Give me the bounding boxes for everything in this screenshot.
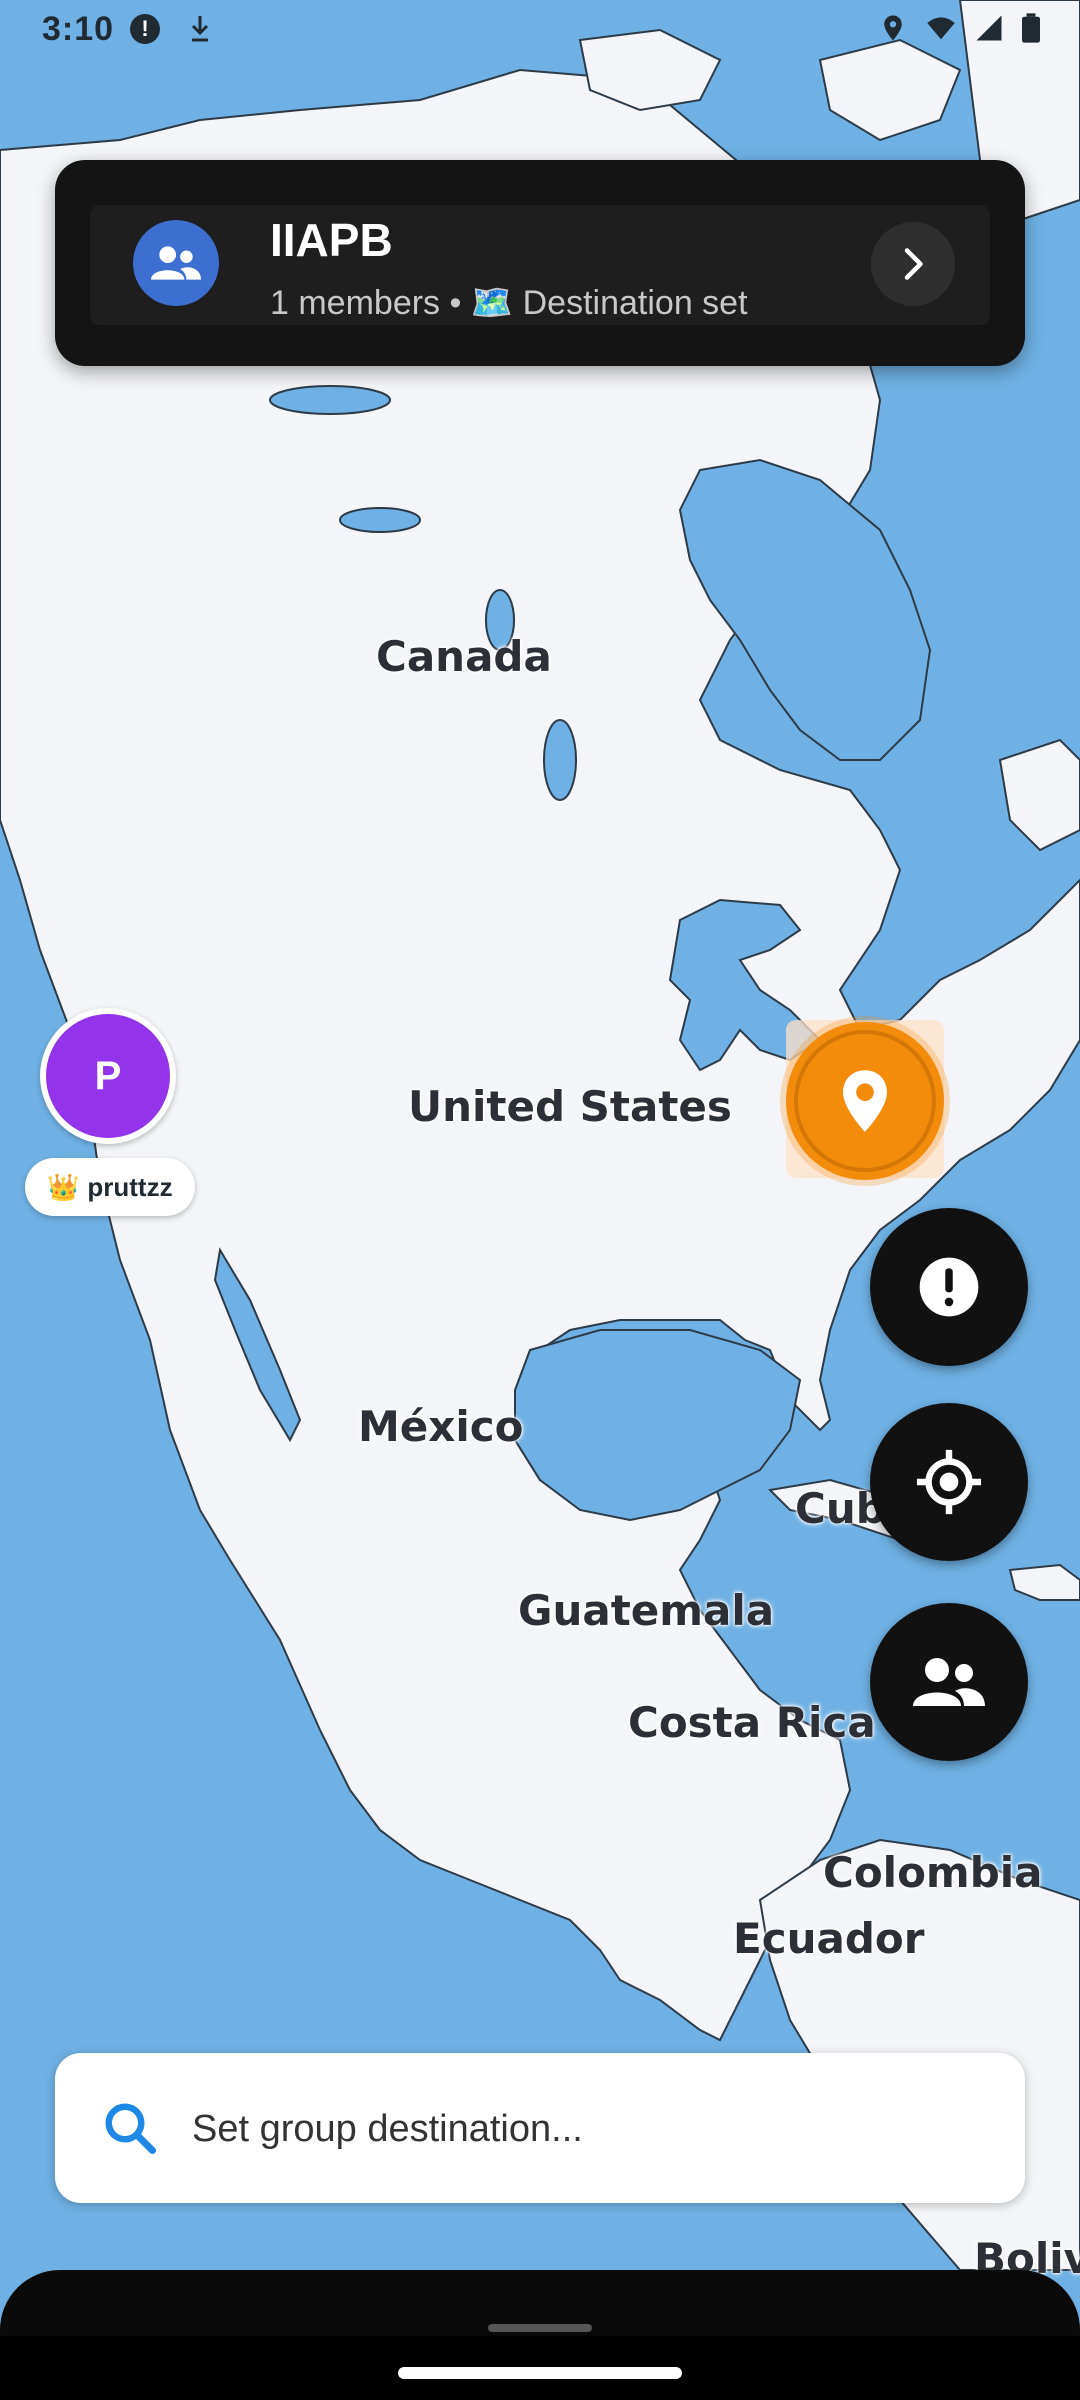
crown-icon: 👑 bbox=[47, 1171, 80, 1202]
destination-search-bar[interactable] bbox=[55, 2053, 1025, 2203]
status-time: 3:10 bbox=[42, 10, 115, 48]
group-subtitle: 1 members • 🗺️ Destination set bbox=[270, 284, 748, 322]
alert-button[interactable] bbox=[870, 1208, 1028, 1366]
group-people-icon bbox=[151, 246, 201, 280]
search-icon bbox=[105, 2103, 156, 2154]
home-gesture-pill[interactable] bbox=[398, 2367, 682, 2379]
group-avatar bbox=[133, 220, 219, 306]
status-bar: 3:10 ! bbox=[0, 0, 1080, 60]
map-label-guatemala: Guatemala bbox=[518, 1586, 775, 1635]
map-label-ecuador: Ecuador bbox=[733, 1914, 925, 1963]
map-label-canada: Canada bbox=[376, 632, 552, 681]
group-card-inner: IIAPB 1 members • 🗺️ Destination set bbox=[90, 205, 990, 325]
crosshair-icon bbox=[916, 1449, 982, 1515]
map-label-mexico: México bbox=[358, 1402, 524, 1451]
map-label-costa-rica: Costa Rica bbox=[628, 1698, 876, 1747]
member-username: pruttzz bbox=[87, 1171, 173, 1202]
group-details-button[interactable] bbox=[871, 222, 955, 306]
bottom-sheet-handle[interactable] bbox=[488, 2324, 592, 2332]
destination-marker[interactable] bbox=[786, 1022, 944, 1180]
cell-signal-icon bbox=[976, 15, 1002, 41]
people-icon bbox=[913, 1658, 985, 1706]
wifi-icon bbox=[927, 17, 955, 40]
group-card[interactable]: IIAPB 1 members • 🗺️ Destination set bbox=[55, 160, 1025, 366]
member-initial: P bbox=[46, 1014, 170, 1138]
member-avatar[interactable]: P bbox=[40, 1008, 176, 1144]
battery-icon bbox=[1022, 13, 1040, 43]
member-name-tag[interactable]: 👑 pruttzz bbox=[25, 1158, 195, 1216]
group-name: IIAPB bbox=[270, 214, 393, 266]
group-members-button[interactable] bbox=[870, 1603, 1028, 1761]
download-icon bbox=[188, 14, 212, 51]
map-label-colombia: Colombia bbox=[823, 1848, 1043, 1897]
notification-alert-icon: ! bbox=[130, 14, 160, 44]
map-label-united-states: United States bbox=[408, 1082, 732, 1131]
location-icon bbox=[884, 15, 902, 41]
exclamation-icon bbox=[919, 1257, 979, 1317]
my-location-button[interactable] bbox=[870, 1403, 1028, 1561]
destination-search-input[interactable] bbox=[190, 2093, 994, 2165]
chevron-right-icon bbox=[904, 248, 923, 280]
